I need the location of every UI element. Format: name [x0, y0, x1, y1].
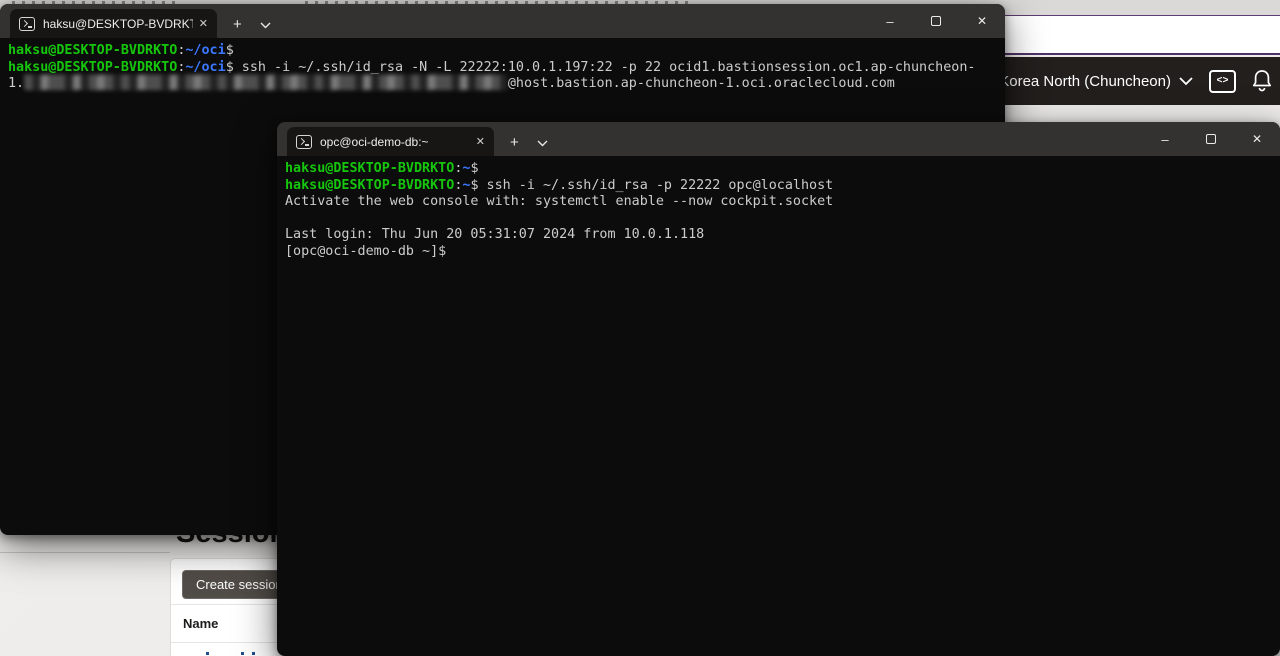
- close-window-button[interactable]: ✕: [1234, 122, 1280, 156]
- tab-dropdown-icon[interactable]: [260, 22, 271, 29]
- terminal-titlebar[interactable]: opc@oci-demo-db:~ ✕ + – ✕: [277, 122, 1280, 156]
- terminal-tab-title: opc@oci-demo-db:~: [320, 135, 470, 149]
- close-tab-icon[interactable]: ✕: [476, 135, 485, 148]
- terminal-window-ssh-session: opc@oci-demo-db:~ ✕ + – ✕ haksu@DESKTOP-…: [277, 122, 1280, 656]
- notifications-bell-icon[interactable]: [1252, 69, 1272, 93]
- column-header-name: Name: [171, 616, 218, 631]
- tab-dropdown-icon[interactable]: [537, 140, 548, 147]
- new-tab-button[interactable]: +: [233, 17, 242, 32]
- terminal-tab[interactable]: opc@oci-demo-db:~ ✕: [287, 127, 494, 156]
- divider: [0, 552, 170, 553]
- terminal-tab-title: haksu@DESKTOP-BVDRKTO: ~: [43, 17, 193, 31]
- developer-tools-icon[interactable]: <>: [1209, 70, 1236, 93]
- maximize-button[interactable]: [913, 4, 959, 38]
- terminal-output[interactable]: haksu@DESKTOP-BVDRKTO:~/oci$haksu@DESKTO…: [0, 38, 1005, 93]
- terminal-tab[interactable]: haksu@DESKTOP-BVDRKTO: ~ ✕: [10, 9, 217, 38]
- desktop: South Korea North (Chuncheon) <> Session…: [0, 0, 1280, 656]
- terminal-tab-icon: [19, 17, 35, 31]
- terminal-tab-icon: [296, 135, 312, 149]
- minimize-button[interactable]: –: [1142, 122, 1188, 156]
- close-window-button[interactable]: ✕: [959, 4, 1005, 38]
- close-tab-icon[interactable]: ✕: [199, 17, 208, 30]
- new-tab-button[interactable]: +: [510, 135, 519, 150]
- maximize-button[interactable]: [1188, 122, 1234, 156]
- terminal-output[interactable]: haksu@DESKTOP-BVDRKTO:~$haksu@DESKTOP-BV…: [277, 156, 1280, 261]
- chevron-down-icon: [1179, 77, 1193, 86]
- minimize-button[interactable]: –: [867, 4, 913, 38]
- terminal-titlebar[interactable]: haksu@DESKTOP-BVDRKTO: ~ ✕ + – ✕: [0, 4, 1005, 38]
